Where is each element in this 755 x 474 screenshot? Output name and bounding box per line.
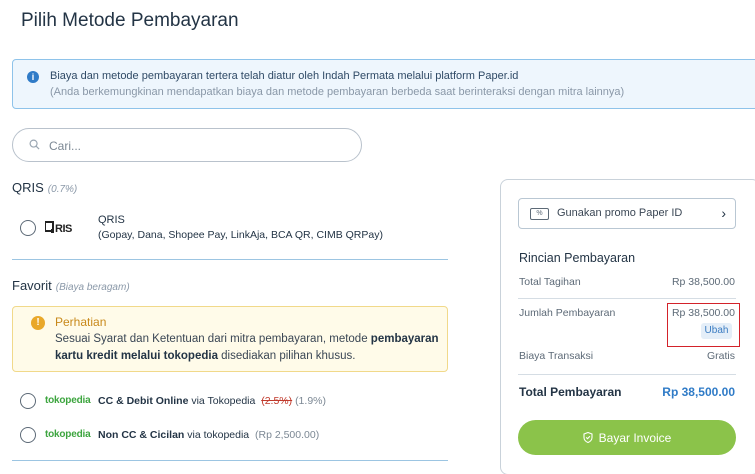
total-tagihan-label: Total Tagihan <box>519 276 581 288</box>
section-favorit-title: Favorit <box>12 278 52 293</box>
section-divider <box>12 460 448 461</box>
info-banner: i Biaya dan metode pembayaran tertera te… <box>12 59 755 109</box>
section-qris-title: QRIS <box>12 180 44 195</box>
promo-button[interactable]: % Gunakan promo Paper ID › <box>518 198 736 229</box>
section-qris-note: (0.7%) <box>47 184 78 195</box>
info-subtext: (Anda berkemungkinan mendapatkan biaya d… <box>50 86 625 98</box>
tokopedia-logo: tokopedia <box>45 429 91 440</box>
shield-icon <box>583 431 593 443</box>
radio-non-cc[interactable] <box>20 427 36 443</box>
search-icon <box>29 139 40 150</box>
warning-banner: ! Perhatian Sesuai Syarat dan Ketentuan … <box>12 306 448 372</box>
summary-title: Rincian Pembayaran <box>519 251 636 265</box>
section-favorit-note: (Biaya beragam) <box>55 282 130 293</box>
option-non-cc[interactable]: Non CC & Cicilan via tokopedia (Rp 2,500… <box>98 429 319 441</box>
ubah-button[interactable]: Ubah <box>701 323 732 339</box>
pay-invoice-label: Bayar Invoice <box>598 430 672 445</box>
jumlah-pembayaran-label: Jumlah Pembayaran <box>519 307 616 319</box>
warning-icon: ! <box>31 316 45 330</box>
summary-divider <box>518 298 736 299</box>
radio-qris[interactable] <box>20 220 36 236</box>
qris-option-name: QRIS <box>98 214 125 226</box>
promo-label: Gunakan promo Paper ID <box>557 207 683 219</box>
pay-invoice-button[interactable]: Bayar Invoice <box>518 420 736 455</box>
tokopedia-logo: tokopedia <box>45 395 91 406</box>
total-pembayaran-value: Rp 38,500.00 <box>662 385 735 399</box>
info-icon: i <box>27 71 39 83</box>
section-favorit: Favorit (Biaya beragam) <box>12 278 130 293</box>
biaya-transaksi-value: Gratis <box>706 350 735 362</box>
svg-text:RIS: RIS <box>55 223 72 234</box>
summary-divider <box>518 374 736 375</box>
total-tagihan-value: Rp 38,500.00 <box>671 276 735 288</box>
warning-text: Sesuai Syarat dan Ketentuan dari mitra p… <box>55 333 439 362</box>
chevron-right-icon: › <box>721 205 726 221</box>
qris-option-desc: (Gopay, Dana, Shopee Pay, LinkAja, BCA Q… <box>98 229 383 241</box>
info-text: Biaya dan metode pembayaran tertera tela… <box>50 70 519 82</box>
search-input[interactable] <box>49 137 349 155</box>
warning-title: Perhatian <box>55 315 107 329</box>
qris-logo: RIS <box>45 221 73 234</box>
coupon-icon: % <box>530 208 549 220</box>
option-cc-debit[interactable]: CC & Debit Online via Tokopedia (2.5%) (… <box>98 395 326 407</box>
section-divider <box>12 259 448 260</box>
section-qris: QRIS (0.7%) <box>12 180 77 195</box>
page-title: Pilih Metode Pembayaran <box>21 10 239 31</box>
biaya-transaksi-label: Biaya Transaksi <box>519 350 594 362</box>
search-box[interactable] <box>12 128 362 162</box>
radio-cc-debit[interactable] <box>20 393 36 409</box>
total-pembayaran-label: Total Pembayaran <box>519 385 622 399</box>
